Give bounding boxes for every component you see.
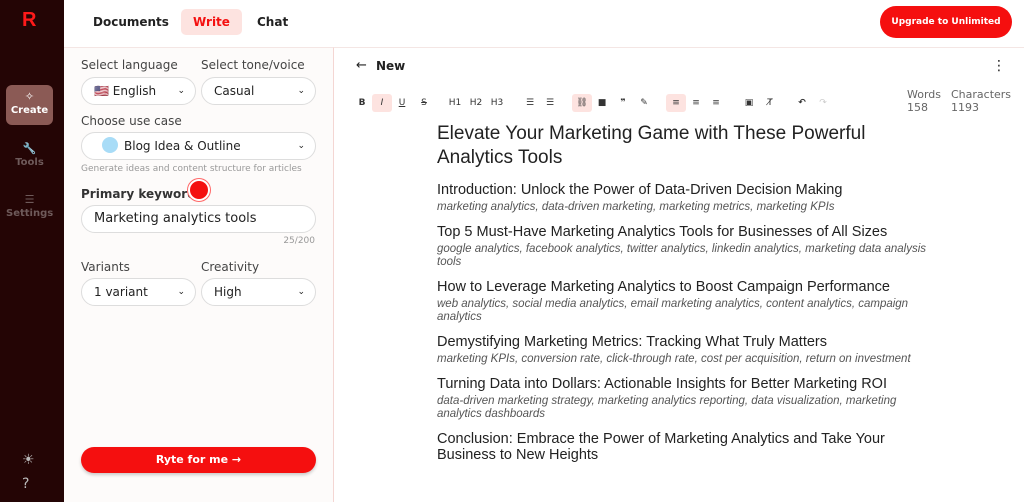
unlink-icon[interactable]: ⛓ [572, 94, 592, 112]
wrench-icon: 🔧 [22, 142, 37, 155]
doc-title: Elevate Your Marketing Game with These P… [437, 123, 866, 168]
sidebar-item-tools[interactable]: 🔧 Tools [6, 137, 53, 177]
language-value: English [112, 84, 157, 98]
chars-value: 1193 [951, 101, 979, 114]
embed-icon[interactable]: ▣ [741, 94, 757, 112]
document-title: New [376, 59, 406, 73]
record-icon[interactable] [190, 181, 208, 199]
underline-button[interactable]: U [394, 94, 410, 112]
bullet-list-icon[interactable]: ☰ [522, 94, 538, 112]
usecase-value: Blog Idea & Outline [124, 139, 241, 153]
chevron-down-icon: ⌄ [177, 287, 185, 297]
quote-icon[interactable]: ❞ [615, 94, 631, 112]
align-center-icon[interactable]: ≡ [688, 94, 704, 112]
creativity-label: Creativity [201, 260, 260, 274]
language-label: Select language [81, 58, 178, 72]
strike-button[interactable]: S [416, 94, 432, 112]
section-heading: Conclusion: Embrace the Power of Marketi… [437, 431, 885, 463]
document-content[interactable]: Elevate Your Marketing Game with These P… [437, 122, 927, 466]
highlight-icon[interactable]: ✎ [636, 94, 652, 112]
more-vertical-icon[interactable]: ⋮ [992, 58, 1006, 74]
image-icon[interactable]: ■ [594, 94, 610, 112]
back-arrow-icon[interactable]: ← [356, 58, 367, 73]
section-heading: Turning Data into Dollars: Actionable In… [437, 376, 887, 392]
sidebar-item-label: Create [10, 105, 49, 116]
flag-us-icon: 🇺🇸 [94, 84, 113, 98]
usecase-label: Choose use case [81, 114, 182, 128]
sliders-icon: ☰ [24, 193, 35, 206]
tone-select[interactable]: Casual ⌄ [201, 77, 316, 105]
logo[interactable]: R [22, 9, 36, 32]
italic-button[interactable]: I [372, 94, 392, 112]
sidebar-item-label: Tools [15, 157, 44, 168]
section-heading: Introduction: Unlock the Power of Data-D… [437, 182, 843, 198]
tone-value: Casual [214, 84, 255, 98]
undo-icon[interactable]: ↶ [794, 94, 810, 112]
section-keywords: web analytics, social media analytics, e… [437, 298, 909, 323]
usecase-select[interactable]: Blog Idea & Outline ⌄ [81, 132, 316, 160]
upgrade-button[interactable]: Upgrade to Unlimited [880, 6, 1012, 38]
keyword-count: 25/200 [283, 236, 315, 246]
sidebar-item-settings[interactable]: ☰ Settings [6, 188, 53, 228]
align-left-icon[interactable]: ≡ [666, 94, 686, 112]
section-keywords: data-driven marketing strategy, marketin… [437, 395, 897, 420]
chevron-down-icon: ⌄ [177, 86, 185, 96]
section-heading: How to Leverage Marketing Analytics to B… [437, 279, 890, 295]
section-keywords: marketing KPIs, conversion rate, click-t… [437, 353, 911, 365]
redo-icon: ↷ [819, 98, 827, 108]
tone-label: Select tone/voice [201, 58, 305, 72]
clear-format-icon[interactable]: T̸ [762, 94, 778, 112]
word-count: Words 158 [907, 88, 941, 114]
align-right-icon[interactable]: ≡ [708, 94, 724, 112]
top-bar: Documents Write Chat Upgrade to Unlimite… [64, 0, 1024, 47]
bold-button[interactable]: B [354, 94, 370, 112]
section-heading: Demystifying Marketing Metrics: Tracking… [437, 334, 827, 350]
variants-label: Variants [81, 260, 130, 274]
words-label: Words [907, 88, 942, 101]
document-icon [102, 137, 118, 153]
variants-select[interactable]: 1 variant ⌄ [81, 278, 196, 306]
keyword-input[interactable]: Marketing analytics tools [81, 205, 316, 233]
section-keywords: marketing analytics, data-driven marketi… [437, 201, 835, 213]
chars-label: Characters [951, 88, 1012, 101]
chevron-down-icon: ⌄ [297, 141, 305, 151]
sidebar: R ✧ Create 🔧 Tools ☰ Settings ☀ ? [0, 0, 64, 502]
tab-chat[interactable]: Chat [245, 9, 300, 35]
variants-value: 1 variant [94, 285, 148, 299]
sparkles-icon: ✧ [24, 90, 35, 103]
section-keywords: google analytics, facebook analytics, tw… [437, 243, 926, 268]
sun-icon[interactable]: ☀ [22, 452, 35, 468]
h1-button[interactable]: H1 [447, 94, 463, 112]
creativity-value: High [214, 285, 242, 299]
tab-documents[interactable]: Documents [81, 9, 181, 35]
ryte-button[interactable]: Ryte for me → [81, 447, 316, 473]
numbered-list-icon[interactable]: ☰ [542, 94, 558, 112]
chevron-down-icon: ⌄ [297, 287, 305, 297]
editor: ← New ⋮ B I U S H1 H2 H3 ☰ ☰ ⛓ ■ ❞ ✎ ≡ ≡… [334, 47, 1024, 502]
char-count: Characters 1193 [951, 88, 1011, 114]
settings-panel: Select language Select tone/voice 🇺🇸 Eng… [64, 47, 334, 502]
help-icon[interactable]: ? [22, 476, 29, 492]
section-heading: Top 5 Must-Have Marketing Analytics Tool… [437, 224, 888, 240]
h3-button[interactable]: H3 [489, 94, 505, 112]
chevron-down-icon: ⌄ [297, 86, 305, 96]
sidebar-item-create[interactable]: ✧ Create [6, 85, 53, 125]
language-select[interactable]: 🇺🇸 English ⌄ [81, 77, 196, 105]
words-value: 158 [907, 101, 928, 114]
h2-button[interactable]: H2 [468, 94, 484, 112]
sidebar-item-label: Settings [6, 208, 54, 219]
usecase-hint: Generate ideas and content structure for… [81, 164, 302, 174]
keyword-label: Primary keyword [81, 187, 196, 201]
creativity-select[interactable]: High ⌄ [201, 278, 316, 306]
tab-write[interactable]: Write [181, 9, 242, 35]
